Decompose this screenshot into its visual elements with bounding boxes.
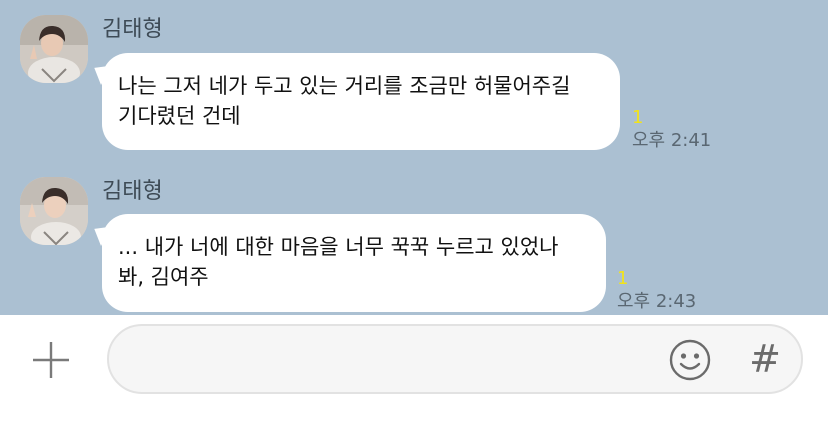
sender-avatar[interactable] xyxy=(20,15,88,83)
plus-icon[interactable] xyxy=(28,337,74,383)
hashtag-button[interactable]: # xyxy=(745,335,785,383)
message-composer: # xyxy=(0,315,828,445)
sender-name: 김태형 xyxy=(102,17,163,42)
message-text-line: 기다렸던 건데 xyxy=(118,104,241,128)
message-text-line: ... 내가 너에 대한 마음을 너무 꾹꾹 누르고 있었나 xyxy=(118,235,559,259)
message-time: 오후 2:41 xyxy=(632,130,712,151)
sender-name: 김태형 xyxy=(102,179,163,204)
message-text-line: 봐, 김여주 xyxy=(118,265,209,289)
message-bubble[interactable]: 나는 그저 네가 두고 있는 거리를 조금만 허물어주길 기다렸던 건데 xyxy=(102,53,620,150)
message-time: 오후 2:43 xyxy=(617,291,697,312)
message-text-line: 나는 그저 네가 두고 있는 거리를 조금만 허물어주길 xyxy=(118,74,571,98)
smiley-icon[interactable] xyxy=(667,337,713,383)
unread-count: 1 xyxy=(617,268,629,289)
unread-count: 1 xyxy=(632,107,644,128)
message-input[interactable] xyxy=(129,338,653,382)
chat-area[interactable]: 김태형 나는 그저 네가 두고 있는 거리를 조금만 허물어주길 기다렸던 건데… xyxy=(0,0,828,315)
message-input-box[interactable]: # xyxy=(107,324,803,394)
message-bubble[interactable]: ... 내가 너에 대한 마음을 너무 꾹꾹 누르고 있었나 봐, 김여주 xyxy=(102,214,606,312)
sender-avatar[interactable] xyxy=(20,177,88,245)
